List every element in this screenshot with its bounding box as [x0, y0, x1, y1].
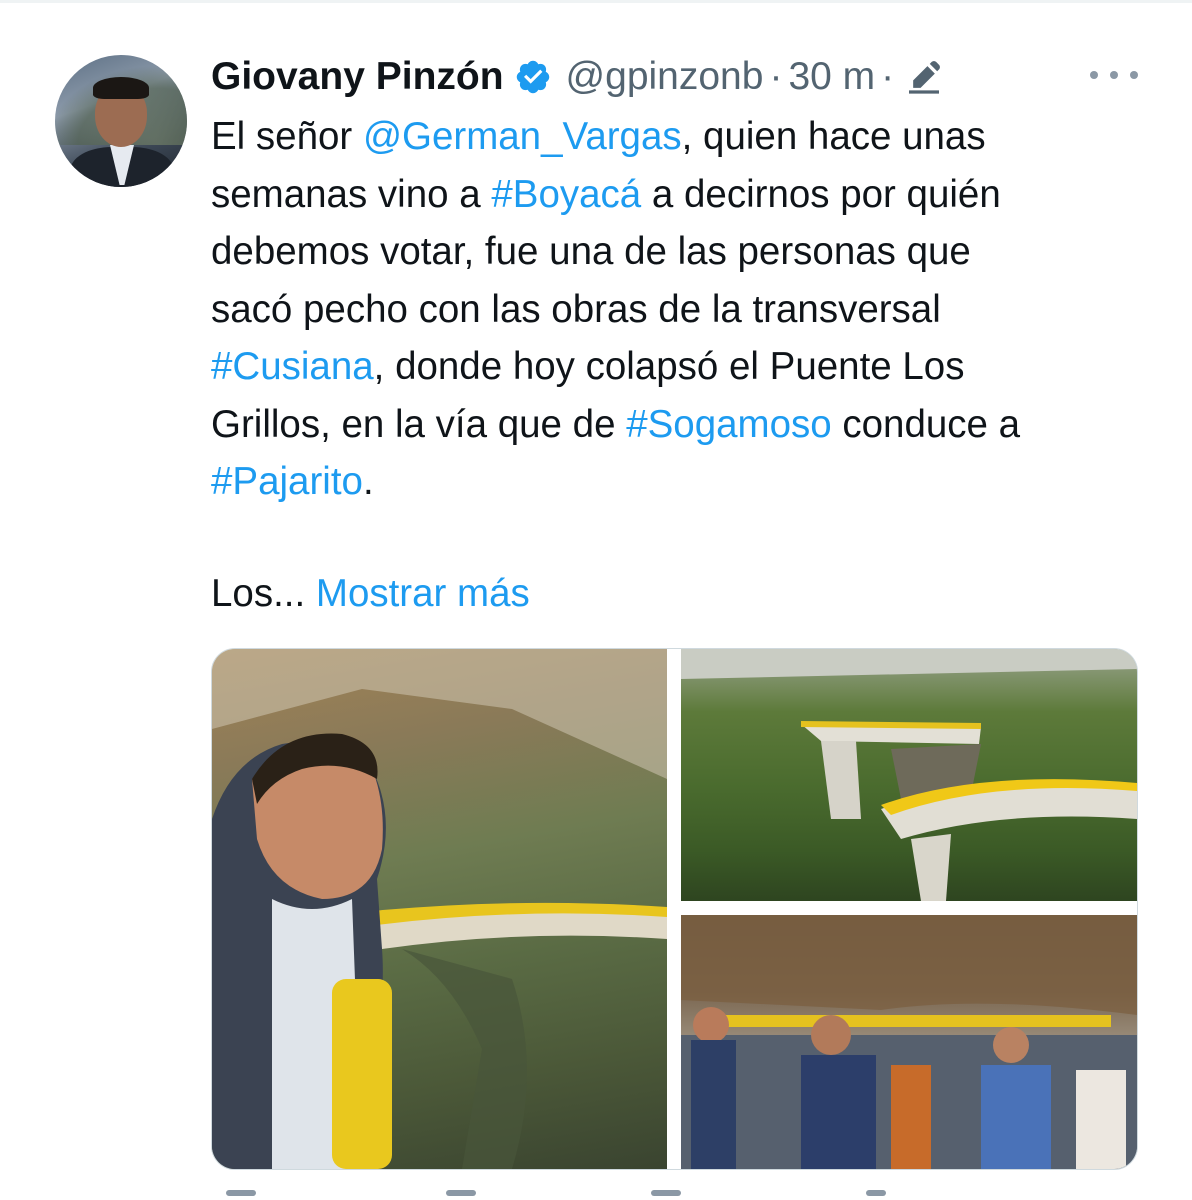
avatar-hair — [93, 77, 149, 99]
text-segment: Grillos, en la vía que de — [211, 402, 627, 446]
tweet-text-line: #Pajarito. — [211, 453, 1171, 511]
tweet-text-line: debemos votar, fue una de las personas q… — [211, 223, 1171, 281]
hashtag-link[interactable]: #Cusiana — [211, 345, 374, 388]
more-dot — [1130, 71, 1138, 79]
photo-inauguration-crowd[interactable] — [681, 915, 1137, 1169]
verified-badge-icon[interactable] — [514, 58, 552, 96]
more-options-icon[interactable] — [1090, 60, 1138, 90]
action-bar-peek — [211, 1190, 1136, 1200]
text-segment: debemos votar, fue una de las personas q… — [211, 230, 971, 273]
photo-man-on-bridge[interactable] — [212, 649, 667, 1169]
separator-dot: · — [769, 55, 783, 98]
text-segment: sacó pecho con las obras de la transvers… — [211, 287, 941, 331]
top-divider — [0, 0, 1192, 3]
mention-link[interactable]: @German_Vargas — [363, 115, 682, 158]
separator-dot-2: · — [881, 55, 895, 98]
hashtag-link[interactable]: #Pajarito — [211, 460, 363, 503]
media-grid — [211, 648, 1138, 1170]
text-segment: , donde hoy colapsó el Puente Los — [373, 345, 965, 388]
tweet-header: Giovany Pinzón @gpinzonb · 30 m · — [211, 52, 944, 102]
truncated-text: Los... — [211, 572, 316, 615]
retweet-icon[interactable] — [446, 1190, 476, 1196]
hashtag-link[interactable]: #Boyacá — [491, 173, 641, 216]
author-handle[interactable]: @gpinzonb — [566, 55, 764, 99]
tweet-text-line: semanas vino a #Boyacá a decirnos por qu… — [211, 166, 1171, 224]
reply-icon[interactable] — [226, 1190, 256, 1196]
text-segment: conduce a — [831, 402, 1021, 446]
text-segment: , quien hace unas — [681, 115, 986, 158]
author-name[interactable]: Giovany Pinzón — [211, 55, 504, 99]
more-dot — [1090, 71, 1098, 79]
show-more-link[interactable]: Mostrar más — [316, 572, 530, 615]
truncated-text-line: Los... Mostrar más — [211, 565, 530, 623]
text-segment: El señor — [211, 115, 363, 158]
tweet-text: El señor @German_Vargas, quien hace unas… — [211, 108, 1171, 511]
hashtag-link[interactable]: #Sogamoso — [626, 403, 831, 446]
like-icon[interactable] — [651, 1190, 681, 1196]
more-dot — [1110, 71, 1118, 79]
tweet-text-line: #Cusiana, donde hoy colapsó el Puente Lo… — [211, 338, 1171, 396]
photo-collapsed-bridge[interactable] — [681, 649, 1137, 901]
tweet-text-line: sacó pecho con las obras de la transvers… — [211, 281, 1171, 339]
text-segment: a decirnos por quién — [641, 172, 1001, 216]
text-segment: semanas vino a — [211, 172, 492, 216]
text-segment: . — [362, 460, 374, 503]
timestamp[interactable]: 30 m — [788, 55, 875, 99]
tweet-text-line: Grillos, en la vía que de #Sogamoso cond… — [211, 396, 1171, 454]
edited-pencil-icon[interactable] — [904, 57, 944, 97]
tweet-text-line: El señor @German_Vargas, quien hace unas — [211, 108, 1171, 166]
avatar[interactable] — [55, 55, 187, 187]
views-icon[interactable] — [866, 1190, 886, 1196]
